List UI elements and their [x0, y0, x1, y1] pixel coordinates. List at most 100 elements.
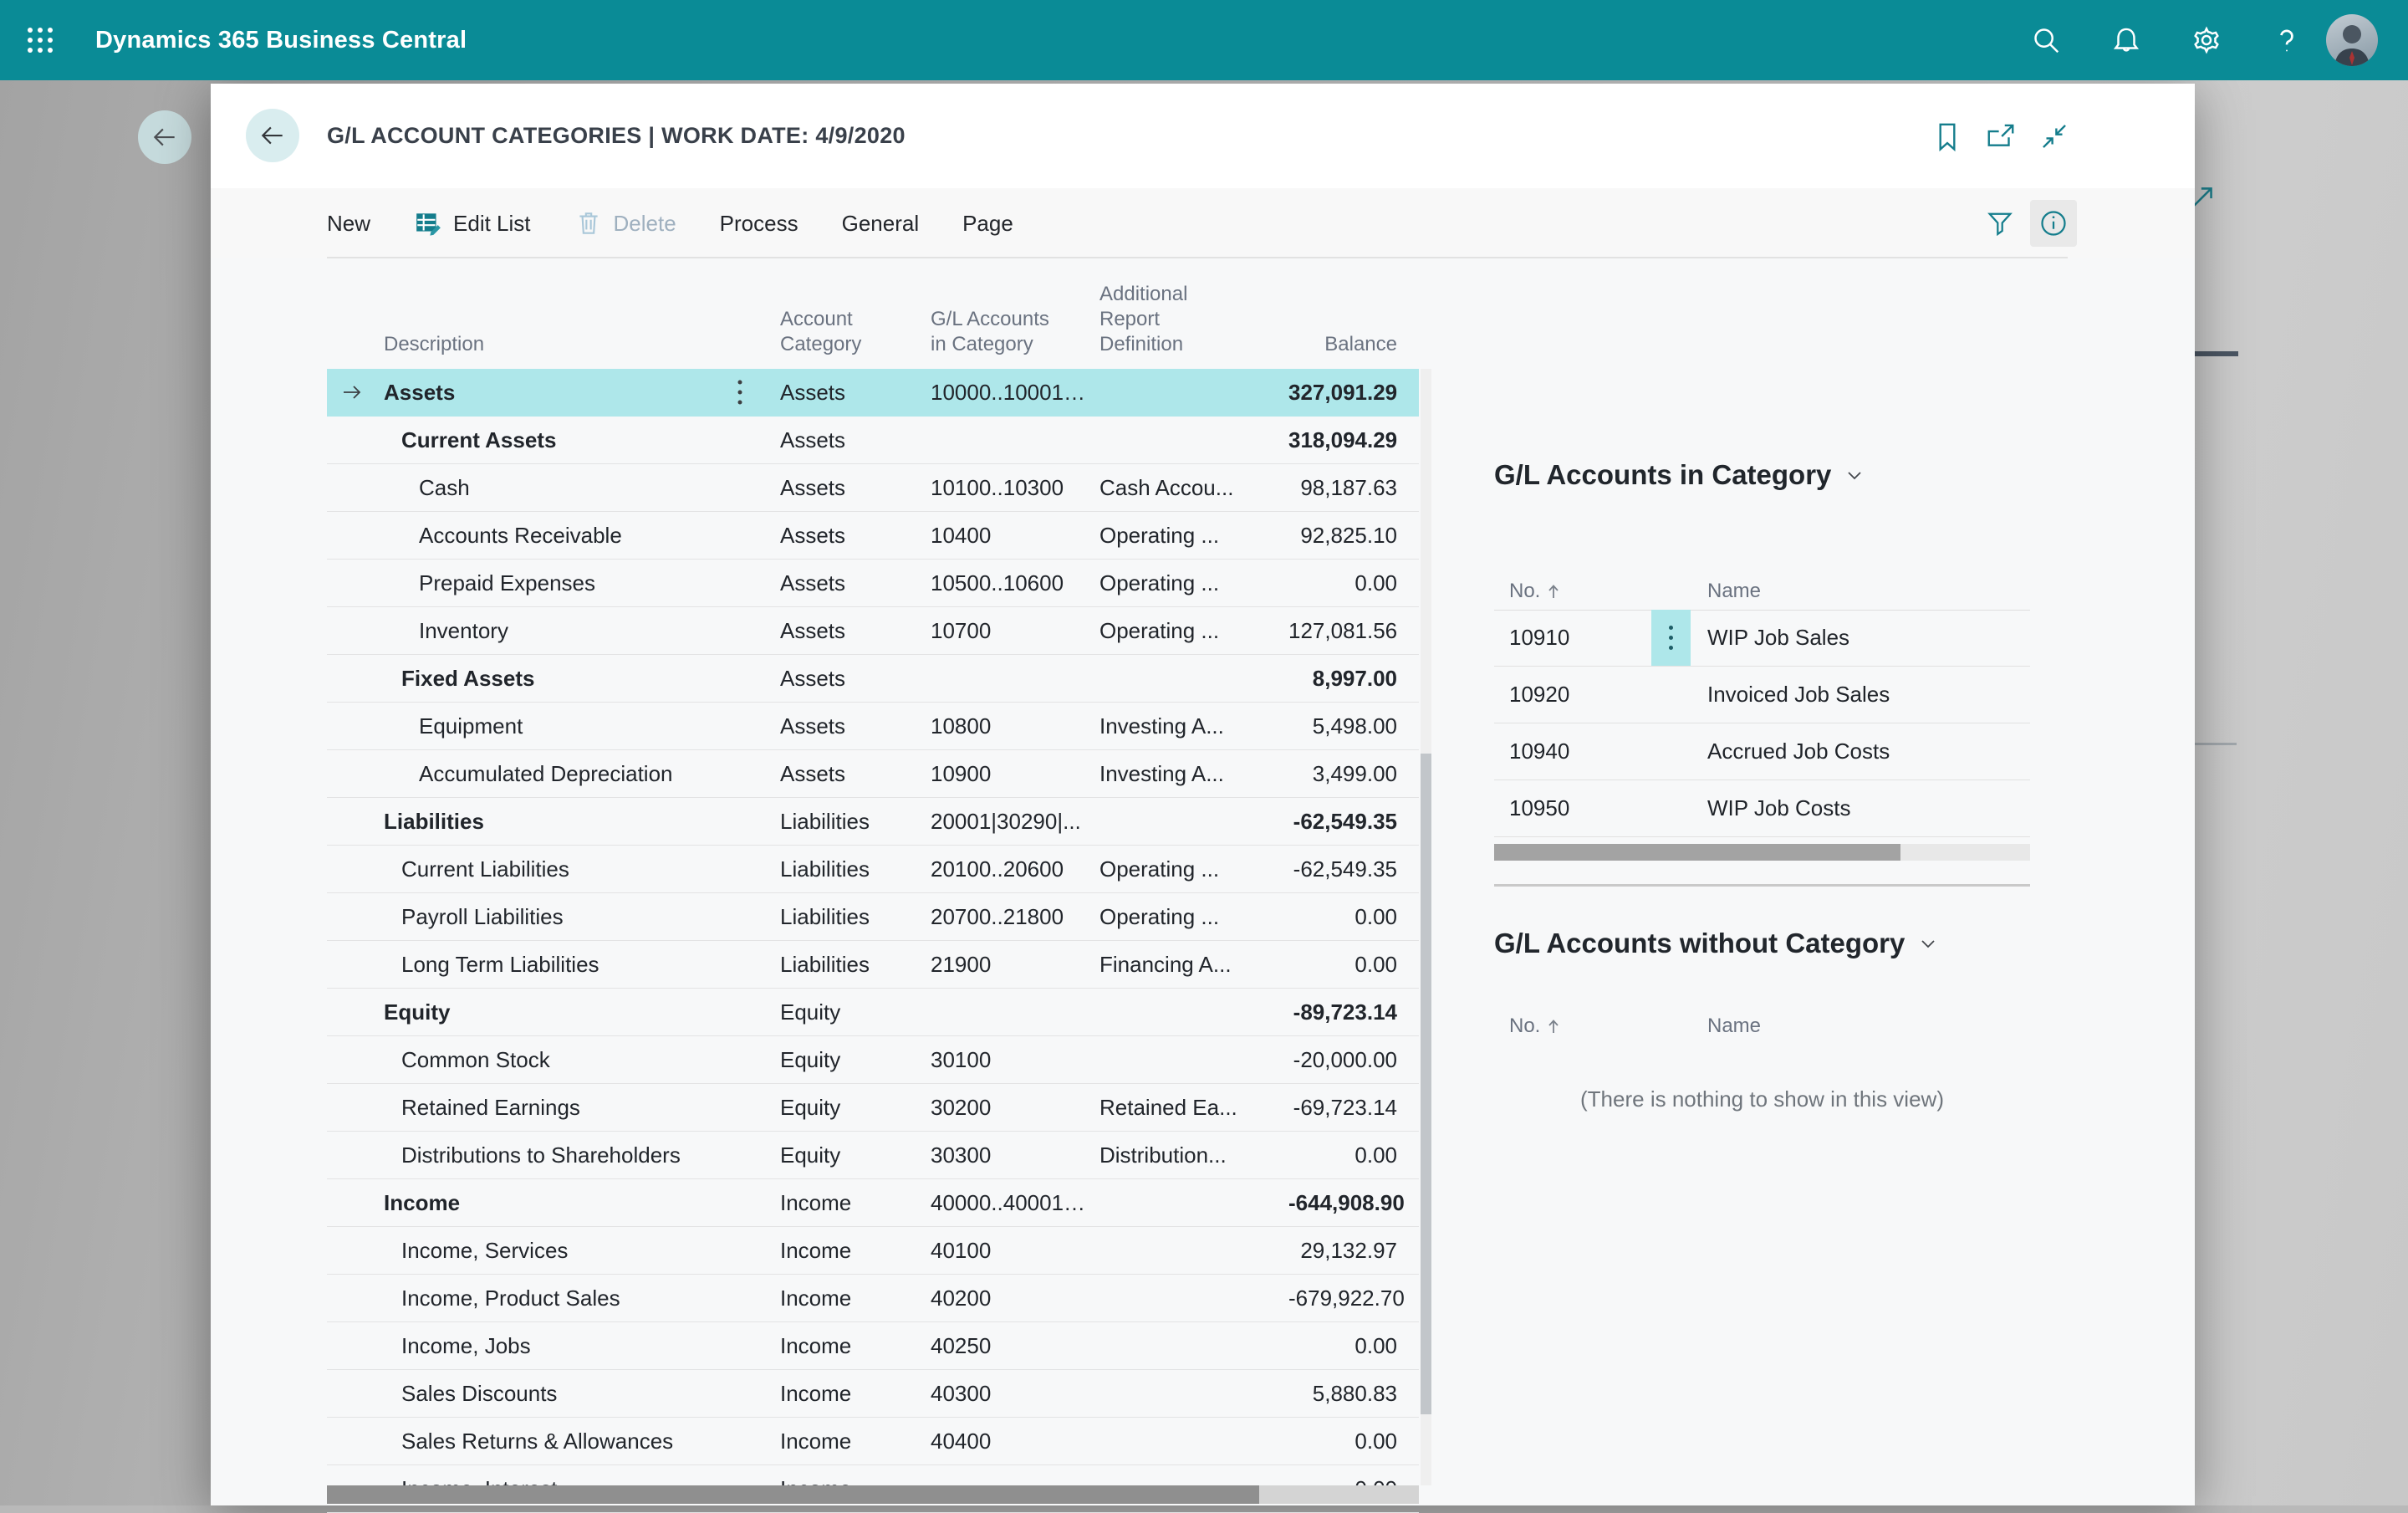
factbox-list-item[interactable]: 10920Invoiced Job Sales: [1494, 667, 2030, 723]
table-row[interactable]: LiabilitiesLiabilities20001|30290|...-62…: [327, 798, 1419, 846]
row-account-category: Assets: [780, 475, 931, 501]
factbox-row-name: WIP Job Sales: [1691, 625, 2030, 651]
column-header-balance[interactable]: Balance: [1288, 332, 1419, 365]
factbox-without-category-header[interactable]: G/L Accounts without Category: [1494, 928, 1940, 959]
gl-category-table-body: AssetsAssets10000..10001…327,091.29Curre…: [327, 369, 1419, 1513]
open-in-new-window-icon[interactable]: [1985, 120, 2017, 152]
table-row[interactable]: Prepaid ExpensesAssets10500..10600Operat…: [327, 560, 1419, 607]
table-row[interactable]: Payroll LiabilitiesLiabilities20700..218…: [327, 893, 1419, 941]
row-description: Sales Discounts: [327, 1381, 557, 1407]
table-row[interactable]: InventoryAssets10700Operating ...127,081…: [327, 607, 1419, 655]
factbox-horizontal-scrollbar-thumb[interactable]: [1494, 844, 1900, 861]
column-header-description[interactable]: Description: [327, 332, 780, 365]
no-label: No.: [1509, 1015, 1540, 1038]
row-description-cell: Income, Jobs: [327, 1322, 780, 1369]
row-description: Common Stock: [327, 1047, 550, 1073]
table-row[interactable]: Income, JobsIncome402500.00: [327, 1322, 1419, 1370]
table-row[interactable]: Income, Product SalesIncome40200-679,922…: [327, 1275, 1419, 1322]
factbox-horizontal-scrollbar[interactable]: [1494, 844, 2030, 861]
app-title[interactable]: Dynamics 365 Business Central: [95, 0, 467, 80]
row-options-dots-icon[interactable]: [1669, 626, 1673, 650]
table-row[interactable]: Common StockEquity30100-20,000.00: [327, 1036, 1419, 1084]
factbox-list-item[interactable]: 10950WIP Job Costs: [1494, 780, 2030, 837]
table-row[interactable]: Retained EarningsEquity30200Retained Ea.…: [327, 1084, 1419, 1132]
row-report-definition: Operating ...: [1099, 904, 1288, 930]
background-divider: [2188, 743, 2237, 745]
search-icon[interactable]: [2030, 24, 2062, 56]
factbox-row-name: Accrued Job Costs: [1691, 739, 2030, 764]
row-account-category: Income: [780, 1381, 931, 1407]
page-menu[interactable]: Page: [962, 211, 1013, 237]
vertical-scrollbar[interactable]: [1421, 369, 1431, 1485]
collapse-icon[interactable]: [2038, 120, 2070, 152]
column-header-report-definition[interactable]: Additional Report Definition: [1099, 282, 1288, 365]
table-row[interactable]: IncomeIncome40000..40001…-644,908.90: [327, 1179, 1419, 1227]
horizontal-scrollbar[interactable]: [327, 1485, 1419, 1504]
back-button[interactable]: [246, 109, 299, 162]
table-row[interactable]: Long Term LiabilitiesLiabilities21900Fin…: [327, 941, 1419, 989]
column-header-no[interactable]: No.: [1494, 580, 1651, 603]
factbox-list-item[interactable]: 10940Accrued Job Costs: [1494, 723, 2030, 780]
table-row[interactable]: Accounts ReceivableAssets10400Operating …: [327, 512, 1419, 560]
background-back-button: [138, 110, 191, 164]
app-launcher-icon[interactable]: [23, 23, 57, 57]
user-avatar[interactable]: [2326, 14, 2378, 66]
column-header-name[interactable]: Name: [1691, 1015, 2030, 1038]
row-report-definition: Operating ...: [1099, 856, 1288, 882]
row-gl-accounts: 30200: [931, 1095, 1099, 1121]
table-row[interactable]: Sales DiscountsIncome403005,880.83: [327, 1370, 1419, 1418]
row-balance: 0.00: [1288, 1333, 1419, 1359]
table-row[interactable]: Distributions to ShareholdersEquity30300…: [327, 1132, 1419, 1179]
table-row[interactable]: Current LiabilitiesLiabilities20100..206…: [327, 846, 1419, 893]
row-gl-accounts: 40300: [931, 1381, 1099, 1407]
column-header-account-category[interactable]: Account Category: [780, 307, 931, 365]
factbox-pane-splitter[interactable]: [1494, 884, 2030, 887]
bookmark-icon[interactable]: [1931, 120, 1963, 152]
table-row[interactable]: CashAssets10100..10300Cash Accou...98,18…: [327, 464, 1419, 512]
row-description: Equity: [327, 999, 450, 1025]
vertical-scrollbar-thumb[interactable]: [1421, 754, 1431, 1414]
factbox-list-item[interactable]: 10910WIP Job Sales: [1494, 610, 2030, 667]
row-report-definition: Retained Ea...: [1099, 1095, 1288, 1121]
help-icon[interactable]: [2271, 24, 2303, 56]
top-navigation-bar: Dynamics 365 Business Central: [0, 0, 2408, 80]
general-menu[interactable]: General: [842, 211, 920, 237]
info-panel-button[interactable]: [2030, 200, 2077, 247]
column-header-no[interactable]: No.: [1494, 1015, 1651, 1038]
row-report-definition: Investing A...: [1099, 713, 1288, 739]
row-balance: -20,000.00: [1288, 1047, 1419, 1073]
row-options-dots-icon[interactable]: [738, 381, 742, 405]
row-description: Long Term Liabilities: [327, 952, 599, 978]
column-header-name[interactable]: Name: [1691, 580, 2030, 603]
table-row[interactable]: EquipmentAssets10800Investing A...5,498.…: [327, 703, 1419, 750]
factbox-row-focus-cell[interactable]: [1651, 610, 1691, 666]
filter-funnel-icon: [1985, 208, 2015, 238]
table-row[interactable]: Sales Returns & AllowancesIncome404000.0…: [327, 1418, 1419, 1465]
table-row[interactable]: EquityEquity-89,723.14: [327, 989, 1419, 1036]
filter-button[interactable]: [1977, 200, 2023, 247]
row-account-category: Assets: [780, 570, 931, 596]
table-row[interactable]: Income, ServicesIncome4010029,132.97: [327, 1227, 1419, 1275]
column-header-gl-accounts[interactable]: G/L Accounts in Category: [931, 307, 1099, 365]
row-account-category: Income: [780, 1333, 931, 1359]
edit-list-button[interactable]: Edit List: [414, 209, 531, 238]
table-row[interactable]: Current AssetsAssets318,094.29: [327, 417, 1419, 464]
table-row[interactable]: Fixed AssetsAssets8,997.00: [327, 655, 1419, 703]
row-description-cell: Long Term Liabilities: [327, 941, 780, 988]
new-button[interactable]: New: [327, 211, 370, 237]
settings-gear-icon[interactable]: [2191, 24, 2222, 56]
table-row[interactable]: AssetsAssets10000..10001…327,091.29: [327, 369, 1419, 417]
row-gl-accounts: 30300: [931, 1142, 1099, 1168]
row-gl-accounts: 20100..20600: [931, 856, 1099, 882]
horizontal-scrollbar-thumb[interactable]: [327, 1485, 1259, 1504]
back-arrow-icon: [258, 121, 287, 150]
delete-button[interactable]: Delete: [574, 209, 676, 238]
factbox-in-category-header[interactable]: G/L Accounts in Category: [1494, 459, 1866, 491]
row-description: Accumulated Depreciation: [327, 761, 673, 787]
row-report-definition: Cash Accou...: [1099, 475, 1288, 501]
factbox-row-no: 10920: [1494, 682, 1651, 708]
notifications-bell-icon[interactable]: [2110, 24, 2142, 56]
row-description-cell: Common Stock: [327, 1036, 780, 1083]
table-row[interactable]: Accumulated DepreciationAssets10900Inves…: [327, 750, 1419, 798]
process-menu[interactable]: Process: [720, 211, 798, 237]
